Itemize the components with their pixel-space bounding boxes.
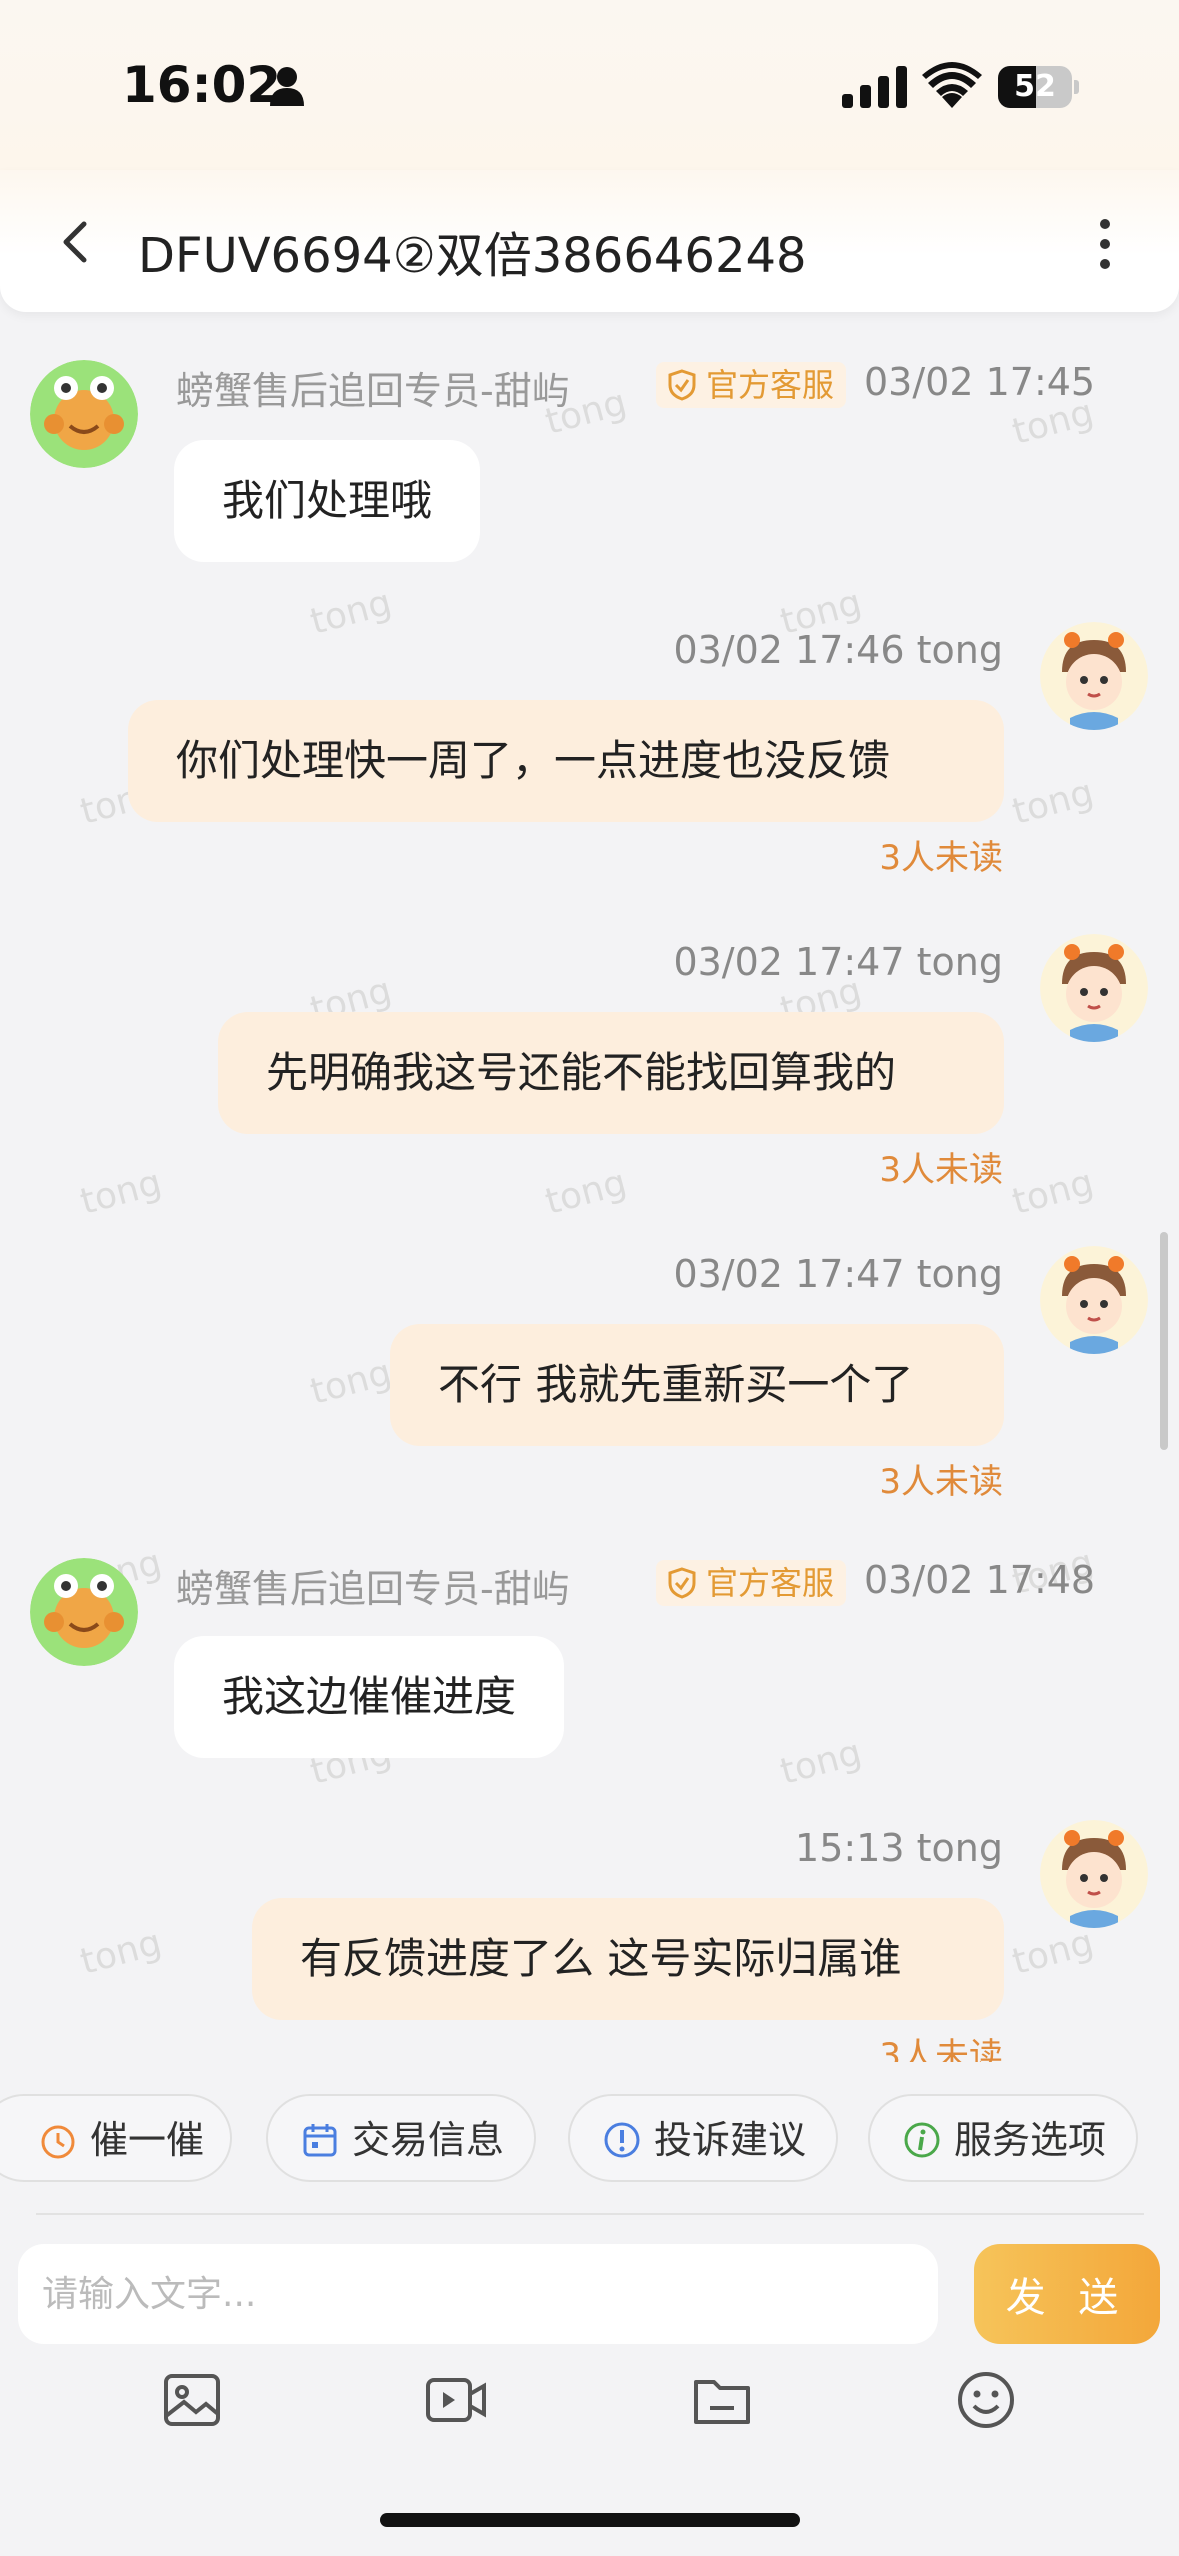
calendar-icon (303, 2124, 337, 2157)
message-list[interactable]: tong tong tong tong tong tong tong tong … (0, 312, 1179, 2062)
unread-status: 3人未读 (879, 1462, 1003, 1502)
shield-check-icon (668, 369, 696, 401)
chat-header: DFUV6694②双倍386646248 (0, 170, 1179, 312)
shield-check-icon (668, 1567, 696, 1599)
more-options-icon[interactable] (1090, 214, 1120, 274)
image-icon[interactable] (160, 2368, 224, 2432)
message-meta: 03/02 17:46 tong (673, 628, 1003, 672)
message-meta: 03/02 17:47 tong (673, 940, 1003, 984)
user-avatar[interactable] (1040, 622, 1148, 730)
emoji-icon[interactable] (954, 2368, 1018, 2432)
watermark: tong (1008, 1922, 1098, 1983)
alarm-clock-icon (41, 2125, 75, 2159)
divider (36, 2213, 1144, 2215)
watermark: tong (76, 1922, 166, 1983)
complaint-button[interactable]: 投诉建议 (568, 2094, 838, 2182)
message-bubble[interactable]: 不行 我就先重新买一个了 (390, 1324, 1004, 1446)
message-meta: 03/02 17:47 tong (673, 1252, 1003, 1296)
user-avatar[interactable] (1040, 1820, 1148, 1928)
message-time: 03/02 17:48 (864, 1558, 1096, 1602)
cellular-signal-icon (842, 66, 907, 108)
watermark: tong (306, 582, 396, 643)
watermark: tong (1008, 772, 1098, 833)
watermark: tong (76, 1162, 166, 1223)
video-icon[interactable] (424, 2368, 488, 2432)
agent-avatar[interactable] (30, 1558, 138, 1666)
battery-indicator: 52 (998, 66, 1080, 108)
folder-icon[interactable] (690, 2368, 754, 2432)
unread-status: 3人未读 (879, 1150, 1003, 1190)
message-meta: 15:13 tong (795, 1826, 1003, 1870)
back-arrow-icon[interactable] (56, 220, 96, 264)
exclamation-circle-icon (604, 2122, 640, 2158)
quick-actions-bar: 催一催 交易信息 投诉建议 服务选项 (0, 2062, 1179, 2212)
scrollbar[interactable] (1160, 1232, 1168, 1450)
message-time: 03/02 17:47 (673, 940, 905, 984)
input-area: 发 送 (0, 2216, 1179, 2556)
message-bubble[interactable]: 我们处理哦 (174, 440, 481, 562)
message-bubble[interactable]: 我这边催催进度 (174, 1636, 565, 1758)
urge-button[interactable]: 催一催 (0, 2094, 232, 2182)
message-time: 03/02 17:46 (673, 628, 905, 672)
user-avatar[interactable] (1040, 934, 1148, 1042)
transaction-info-label: 交易信息 (352, 2118, 505, 2162)
status-bar: 16:02 52 (0, 0, 1179, 170)
watermark: tong (541, 1162, 631, 1223)
sender-name: tong (916, 1826, 1003, 1870)
agent-name: 螃蟹售后追回专员-甜屿 (176, 369, 570, 413)
message-input[interactable] (18, 2244, 938, 2344)
home-indicator[interactable] (380, 2513, 800, 2527)
message-bubble[interactable]: 有反馈进度了么 这号实际归属谁 (252, 1898, 1004, 2020)
message-time: 15:13 (795, 1826, 905, 1870)
sender-name: tong (916, 628, 1003, 672)
watermark: tong (306, 1352, 396, 1413)
watermark: tong (1008, 1162, 1098, 1223)
wifi-icon (922, 62, 982, 108)
info-circle-icon (904, 2122, 940, 2158)
watermark: tong (776, 1732, 866, 1793)
urge-button-label: 催一催 (90, 2118, 205, 2162)
official-service-badge: 官方客服 (656, 362, 847, 408)
complaint-label: 投诉建议 (654, 2118, 807, 2162)
service-options-button[interactable]: 服务选项 (868, 2094, 1138, 2182)
sender-name: tong (916, 1252, 1003, 1296)
official-badge-label: 官方客服 (706, 366, 835, 404)
message-bubble[interactable]: 先明确我这号还能不能找回算我的 (218, 1012, 1004, 1134)
agent-name: 螃蟹售后追回专员-甜屿 (176, 1567, 570, 1611)
sender-name: tong (916, 940, 1003, 984)
official-service-badge: 官方客服 (656, 1560, 847, 1606)
send-button[interactable]: 发 送 (974, 2244, 1160, 2344)
battery-percent: 52 (1014, 69, 1056, 104)
official-badge-label: 官方客服 (706, 1564, 835, 1602)
message-time: 03/02 17:47 (673, 1252, 905, 1296)
transaction-info-button[interactable]: 交易信息 (266, 2094, 536, 2182)
user-avatar[interactable] (1040, 1246, 1148, 1354)
chat-title: DFUV6694②双倍386646248 (138, 228, 807, 284)
agent-avatar[interactable] (30, 360, 138, 468)
message-time: 03/02 17:45 (864, 360, 1096, 404)
message-bubble[interactable]: 你们处理快一周了，一点进度也没反馈 (128, 700, 1004, 822)
service-options-label: 服务选项 (954, 2118, 1107, 2162)
unread-status: 3人未读 (879, 838, 1003, 878)
person-icon (270, 67, 304, 106)
unread-status: 3人未读 (879, 2036, 1003, 2062)
status-time: 16:02 (122, 56, 282, 114)
